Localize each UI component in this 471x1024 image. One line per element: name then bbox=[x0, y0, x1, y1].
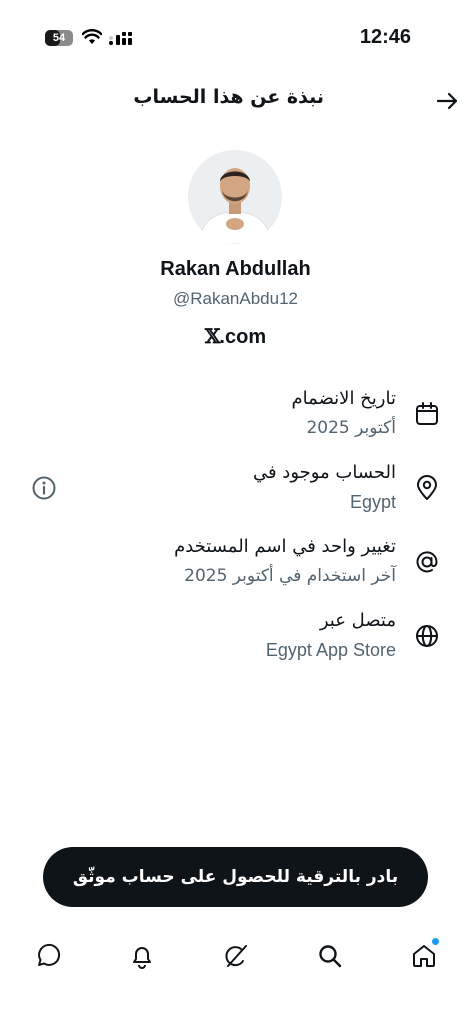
connected-via-value: Egypt App Store bbox=[265, 640, 396, 660]
avatar-image bbox=[188, 150, 282, 244]
battery-icon: 54 bbox=[45, 30, 73, 46]
upgrade-verified-button[interactable]: بادر بالترقية للحصول على حساب موثّق bbox=[43, 847, 428, 907]
account-location-value: Egypt bbox=[349, 492, 396, 512]
page-title: نبذة عن هذا الحساب bbox=[133, 86, 324, 108]
username-change-value: آخر استخدام في أكتوبر 2025 bbox=[184, 566, 396, 586]
avatar[interactable] bbox=[188, 150, 282, 244]
nav-home[interactable] bbox=[406, 938, 442, 974]
status-bar: 54 12:46 bbox=[0, 0, 471, 78]
calendar-icon bbox=[416, 402, 438, 425]
account-location-label: الحساب موجود في bbox=[252, 462, 396, 483]
account-location-row: الحساب موجود في Egypt bbox=[0, 462, 471, 524]
nav-notifications[interactable] bbox=[124, 938, 160, 974]
notifications-bell-icon bbox=[133, 947, 151, 969]
connected-via-label: متصل عبر bbox=[319, 610, 396, 631]
bottom-nav bbox=[0, 930, 471, 990]
username-handle: @RakanAbdu12 bbox=[172, 289, 298, 308]
info-button[interactable] bbox=[30, 474, 58, 502]
signal-icon bbox=[109, 32, 132, 45]
x-logo-icon: 𝕏 bbox=[204, 324, 221, 348]
at-sign-icon bbox=[416, 551, 438, 573]
back-button[interactable] bbox=[432, 86, 462, 116]
messages-icon bbox=[38, 943, 61, 966]
battery-level: 54 bbox=[52, 32, 66, 44]
nav-messages[interactable] bbox=[30, 938, 66, 974]
display-name: Rakan Abdullah bbox=[160, 258, 311, 280]
home-badge bbox=[432, 938, 439, 945]
nav-grok[interactable] bbox=[218, 938, 254, 974]
info-icon bbox=[32, 476, 56, 500]
username-change-row: تغيير واحد في اسم المستخدم آخر استخدام ف… bbox=[0, 536, 471, 598]
globe-icon bbox=[416, 625, 438, 647]
arrow-right-icon bbox=[436, 92, 458, 110]
status-time: 12:46 bbox=[359, 26, 411, 48]
wifi-icon bbox=[82, 29, 102, 44]
domain-suffix: .com bbox=[219, 326, 267, 348]
joined-date-value: أكتوبر 2025 bbox=[306, 418, 396, 438]
username-change-label: تغيير واحد في اسم المستخدم bbox=[174, 536, 396, 557]
x-com-link[interactable]: 𝕏.com bbox=[0, 324, 471, 349]
nav-search[interactable] bbox=[312, 938, 348, 974]
joined-date-row: تاريخ الانضمام أكتوبر 2025 bbox=[0, 388, 471, 450]
connected-via-row: متصل عبر Egypt App Store bbox=[0, 610, 471, 672]
search-icon bbox=[319, 945, 342, 968]
location-pin-icon bbox=[417, 475, 437, 500]
joined-date-label: تاريخ الانضمام bbox=[291, 388, 396, 409]
home-icon bbox=[413, 945, 435, 967]
grok-icon bbox=[225, 945, 247, 967]
